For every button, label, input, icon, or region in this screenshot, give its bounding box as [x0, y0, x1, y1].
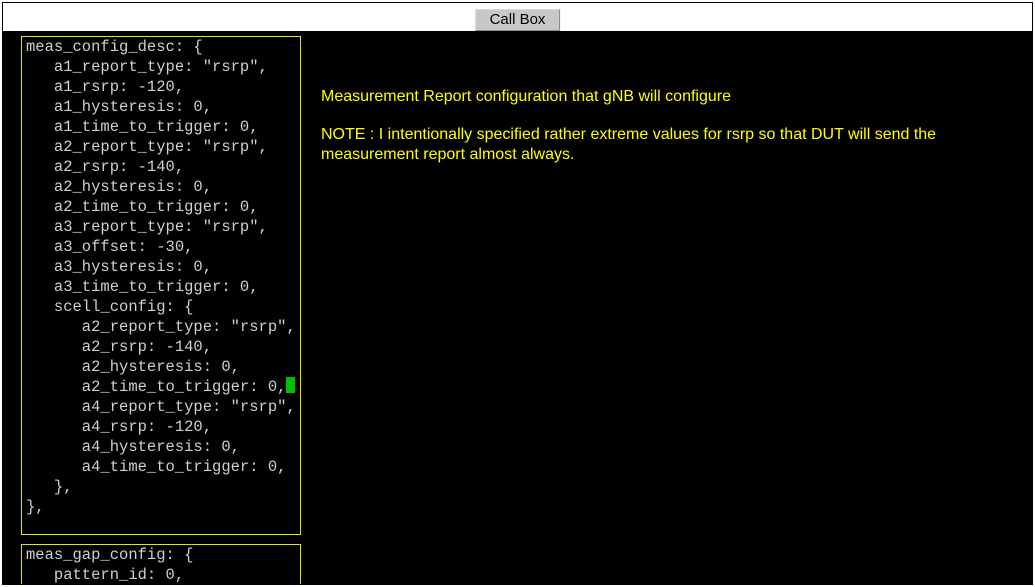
code-line: a2_rsrp: -140,	[22, 157, 300, 177]
explain-line-2: NOTE : I intentionally specified rather …	[321, 125, 1001, 165]
code-line: pattern_id: 0,	[22, 565, 300, 584]
code-line: a4_rsrp: -120,	[22, 417, 300, 437]
code-line: a2_time_to_trigger: 0,	[22, 197, 300, 217]
code-line: a2_time_to_trigger: 0,	[22, 377, 300, 397]
code-line: a4_time_to_trigger: 0,	[22, 457, 300, 477]
code-line: a1_report_type: "rsrp",	[22, 57, 300, 77]
code-line: },	[22, 477, 300, 497]
code-line: meas_config_desc: {	[22, 37, 300, 57]
code-line: a2_hysteresis: 0,	[22, 357, 300, 377]
code-line: a1_hysteresis: 0,	[22, 97, 300, 117]
code-line: a4_report_type: "rsrp",	[22, 397, 300, 417]
code-line: a2_hysteresis: 0,	[22, 177, 300, 197]
code-line: a2_report_type: "rsrp",	[22, 137, 300, 157]
code-line: a4_hysteresis: 0,	[22, 437, 300, 457]
explain-line-1: Measurement Report configuration that gN…	[321, 87, 1001, 107]
code-line: a2_report_type: "rsrp",	[22, 317, 300, 337]
code-line: a1_rsrp: -120,	[22, 77, 300, 97]
code-line: a3_hysteresis: 0,	[22, 257, 300, 277]
meas-gap-config-code-box: meas_gap_config: { pattern_id: 0,},	[21, 544, 301, 584]
explanation-panel: Measurement Report configuration that gN…	[321, 87, 1001, 183]
page-frame: Call Box meas_config_desc: { a1_report_t…	[2, 2, 1033, 585]
top-bar: Call Box	[3, 3, 1032, 31]
code-line: a2_rsrp: -140,	[22, 337, 300, 357]
code-line: },	[22, 497, 300, 517]
code-line: a3_report_type: "rsrp",	[22, 217, 300, 237]
text-cursor	[286, 377, 295, 393]
code-line: meas_gap_config: {	[22, 545, 300, 565]
code-line: a1_time_to_trigger: 0,	[22, 117, 300, 137]
code-line: a3_time_to_trigger: 0,	[22, 277, 300, 297]
content-area: meas_config_desc: { a1_report_type: "rsr…	[3, 31, 1032, 584]
callbox-button[interactable]: Call Box	[475, 9, 561, 31]
code-line: a3_offset: -30,	[22, 237, 300, 257]
code-line: scell_config: {	[22, 297, 300, 317]
meas-config-code-box: meas_config_desc: { a1_report_type: "rsr…	[21, 36, 301, 535]
